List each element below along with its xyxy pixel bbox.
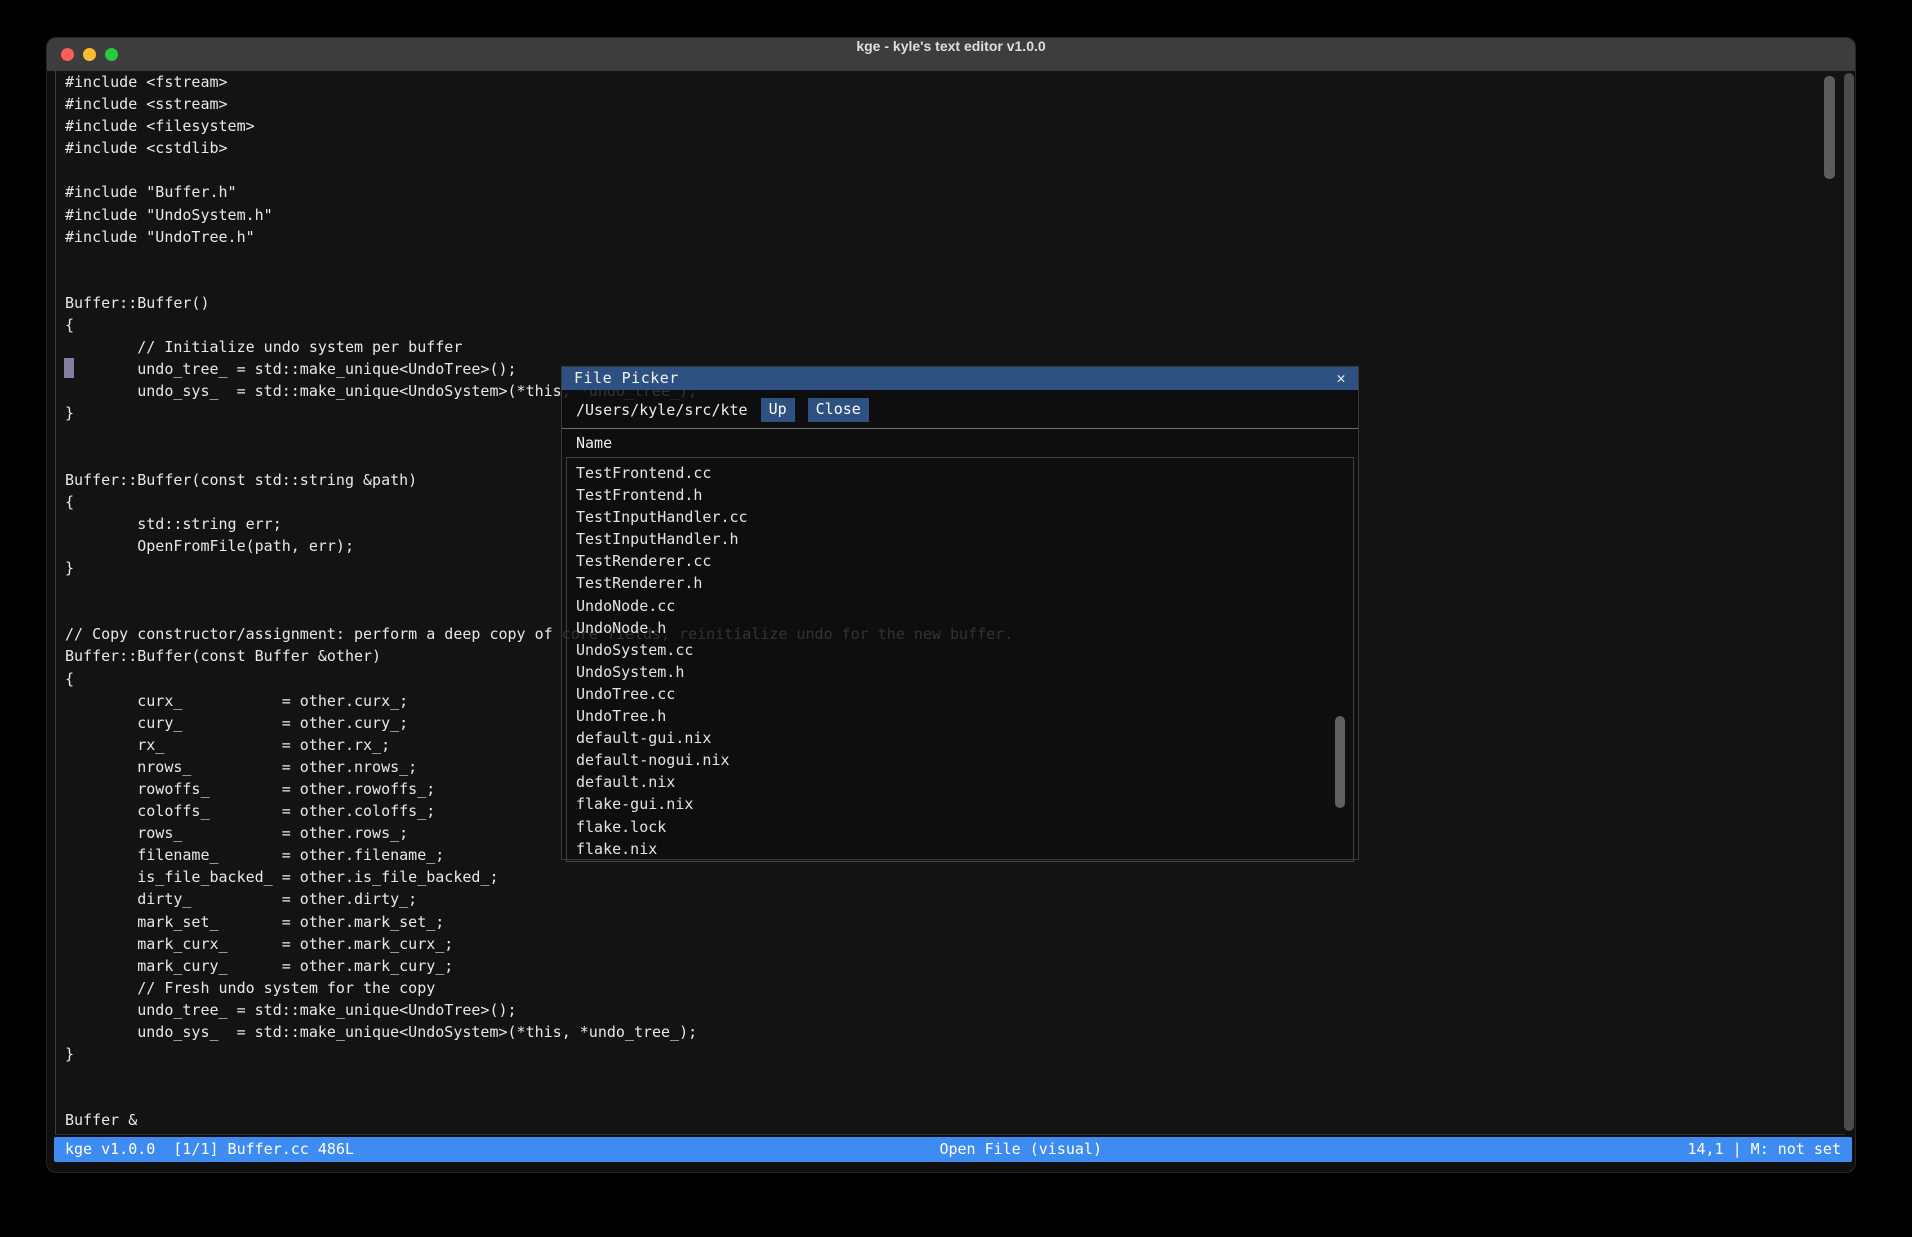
list-item[interactable]: TestInputHandler.h [567,528,1353,550]
status-file-info: kge v1.0.0 [1/1] Buffer.cc 486L [65,1137,354,1162]
file-picker-dialog: File Picker ✕ /Users/kyle/src/kte Up Clo… [561,366,1359,860]
desktop: kge - kyle's text editor v1.0.0 #include… [0,0,1912,1237]
file-list-scrollbar-thumb[interactable] [1335,716,1345,808]
list-item[interactable]: TestRenderer.cc [567,550,1353,572]
close-button[interactable]: Close [808,398,869,422]
list-header: Name [562,429,1358,457]
list-item[interactable]: TestRenderer.h [567,572,1353,594]
file-list-items: TestFrontend.ccTestFrontend.hTestInputHa… [567,462,1353,860]
file-list: TestFrontend.ccTestFrontend.hTestInputHa… [566,457,1354,862]
editor-scrollbar-track[interactable] [1844,73,1854,1131]
list-item[interactable]: default-nogui.nix [567,749,1353,771]
status-mode: Open File (visual) [354,1137,1687,1162]
list-item[interactable]: UndoNode.h [567,617,1353,639]
list-item[interactable]: flake.lock [567,816,1353,838]
list-item[interactable]: UndoNode.cc [567,595,1353,617]
current-path: /Users/kyle/src/kte [576,400,748,421]
list-item[interactable]: TestInputHandler.cc [567,506,1353,528]
status-cursor-position: 14,1 | M: not set [1687,1137,1841,1162]
window-titlebar[interactable]: kge - kyle's text editor v1.0.0 [47,38,1855,71]
text-cursor [64,358,74,378]
status-bar: kge v1.0.0 [1/1] Buffer.cc 486L Open Fil… [54,1137,1852,1162]
editor-scrollbar-thumb[interactable] [1824,76,1835,179]
list-item[interactable]: UndoTree.cc [567,683,1353,705]
list-item[interactable]: UndoSystem.h [567,661,1353,683]
list-item[interactable]: default.nix [567,771,1353,793]
list-item[interactable]: UndoSystem.cc [567,639,1353,661]
list-item[interactable]: UndoTree.h [567,705,1353,727]
close-icon[interactable]: ✕ [1336,367,1346,390]
file-picker-title: File Picker [574,368,679,389]
list-item[interactable]: flake-gui.nix [567,793,1353,815]
window-title: kge - kyle's text editor v1.0.0 [47,38,1855,71]
file-picker-titlebar[interactable]: File Picker ✕ [562,367,1358,390]
list-item[interactable]: TestFrontend.h [567,484,1353,506]
list-item[interactable]: flake.nix [567,838,1353,860]
list-item[interactable]: TestFrontend.cc [567,462,1353,484]
up-button[interactable]: Up [761,398,795,422]
list-item[interactable]: default-gui.nix [567,727,1353,749]
path-row: /Users/kyle/src/kte Up Close [562,390,1358,428]
